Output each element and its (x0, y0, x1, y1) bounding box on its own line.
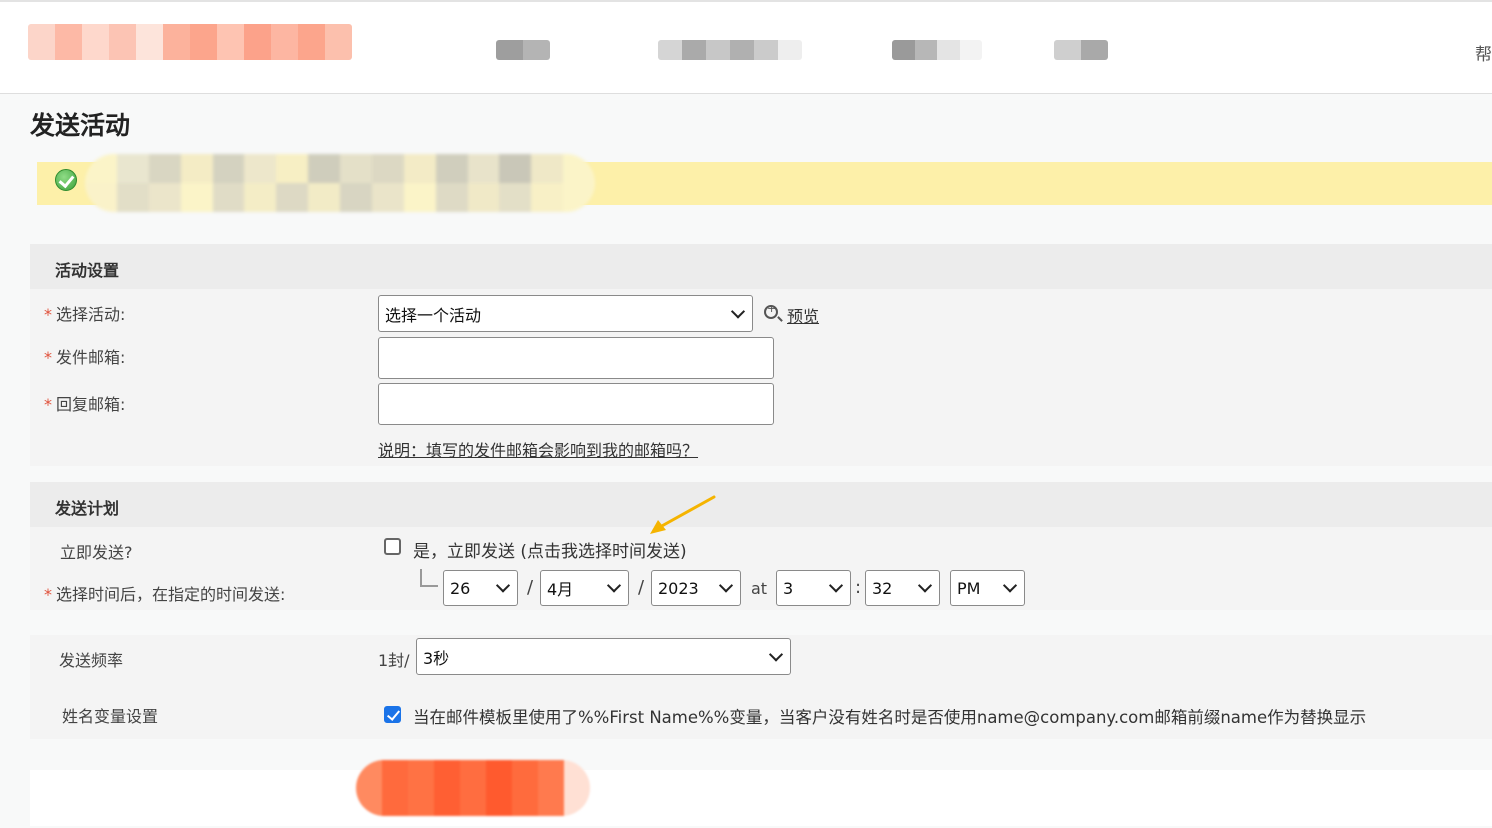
chevron-down-icon (768, 646, 784, 662)
required-mark: * (44, 305, 52, 324)
brand-logo[interactable] (28, 24, 352, 60)
reply-email-label-text: 回复邮箱: (56, 395, 126, 414)
chevron-down-icon (917, 578, 933, 593)
nav-item-3[interactable] (892, 40, 982, 60)
ampm-select[interactable]: PM (950, 570, 1025, 606)
year-select[interactable]: 2023 (651, 570, 741, 606)
submit-button-redacted[interactable] (356, 760, 590, 816)
frequency-select[interactable]: 3秒 (416, 638, 791, 675)
required-mark: * (44, 395, 52, 414)
chevron-down-icon (495, 578, 511, 593)
annotation-arrow-icon (650, 495, 716, 534)
tree-connector (420, 569, 438, 587)
activity-select[interactable]: 选择一个活动 (378, 295, 753, 332)
help-link[interactable]: 帮 (1475, 40, 1492, 65)
immediate-send-label: 立即发送? (60, 543, 133, 562)
minute-select-value: 32 (872, 578, 893, 598)
chevron-down-icon (718, 578, 734, 593)
nav-item-2[interactable] (658, 40, 802, 60)
minute-select[interactable]: 32 (865, 570, 940, 606)
success-notice (37, 154, 1492, 212)
sender-email-label: * 发件邮箱: (44, 344, 125, 368)
scheduled-send-label-text: 选择时间后，在指定的时间发送: (56, 585, 286, 604)
at-label: at (751, 579, 768, 598)
required-mark: * (44, 348, 52, 367)
chevron-down-icon (828, 578, 844, 593)
sender-email-note-link[interactable]: 说明：填写的发件邮箱会影响到我的邮箱吗？ (378, 437, 698, 461)
immediate-send-option[interactable]: 是，立即发送 (点击我选择时间发送) (413, 537, 687, 562)
time-separator: : (855, 577, 862, 598)
hour-select-value: 3 (783, 578, 794, 598)
month-select-value: 4月 (547, 580, 574, 599)
nav-item-1[interactable] (496, 40, 550, 60)
notice-message-redacted (85, 154, 595, 212)
reply-email-field[interactable] (378, 383, 774, 425)
success-check-icon (55, 169, 77, 191)
chevron-down-icon (1002, 578, 1018, 593)
sender-email-field[interactable] (378, 337, 774, 379)
chevron-down-icon (606, 578, 622, 593)
nav-item-4[interactable] (1054, 40, 1108, 60)
day-select[interactable]: 26 (443, 570, 518, 606)
ampm-select-value: PM (957, 578, 981, 598)
required-mark: * (44, 585, 52, 604)
sender-email-label-text: 发件邮箱: (56, 348, 126, 367)
activity-select-value: 选择一个活动 (385, 305, 482, 325)
zoom-in-icon[interactable] (764, 302, 778, 319)
hour-select[interactable]: 3 (776, 570, 851, 606)
frequency-prefix: 1封/ (378, 651, 410, 670)
reply-email-label: * 回复邮箱: (44, 391, 125, 415)
day-select-value: 26 (450, 578, 471, 598)
name-variable-text[interactable]: 当在邮件模板里使用了%%First Name%%变量，当客户没有姓名时是否使用n… (413, 704, 1366, 728)
frequency-label: 发送频率 (59, 651, 124, 670)
month-select[interactable]: 4月 (540, 570, 629, 606)
date-separator: / (638, 577, 645, 598)
date-separator: / (527, 577, 534, 598)
year-select-value: 2023 (658, 578, 699, 598)
chevron-down-icon (730, 303, 746, 319)
top-navigation: 帮 (0, 0, 1492, 94)
scheduled-send-label: * 选择时间后，在指定的时间发送: (44, 581, 285, 605)
preview-link[interactable]: 预览 (787, 303, 819, 327)
name-variable-checkbox[interactable] (384, 706, 401, 723)
section-send-schedule: 发送计划 (30, 482, 1492, 527)
section-activity-settings: 活动设置 (30, 244, 1492, 289)
select-activity-label: * 选择活动: (44, 301, 125, 325)
frequency-select-value: 3秒 (423, 648, 450, 668)
select-activity-label-text: 选择活动: (56, 305, 126, 324)
page-title: 发送活动 (30, 111, 131, 140)
immediate-send-checkbox[interactable] (384, 538, 401, 555)
name-variable-label: 姓名变量设置 (62, 707, 159, 726)
submit-area (30, 770, 1492, 826)
